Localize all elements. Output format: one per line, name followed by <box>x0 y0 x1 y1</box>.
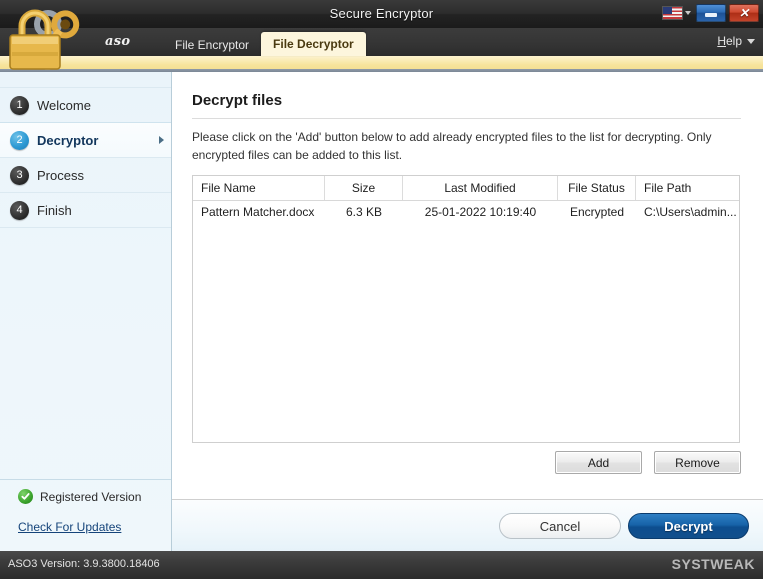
sidebar-item-decryptor[interactable]: 2 Decryptor <box>0 122 171 158</box>
sidebar-item-process[interactable]: 3 Process <box>0 157 171 193</box>
tab-file-encryptor[interactable]: File Encryptor <box>163 34 261 56</box>
cell-file-name: Pattern Matcher.docx <box>201 205 315 219</box>
help-menu-button[interactable]: Help <box>717 34 755 48</box>
cancel-button[interactable]: Cancel <box>499 513 621 539</box>
us-flag-icon <box>662 6 683 20</box>
column-header-file-path[interactable]: File Path <box>636 176 739 200</box>
column-header-file-status[interactable]: File Status <box>558 176 636 200</box>
table-row[interactable]: Pattern Matcher.docx 6.3 KB 25-01-2022 1… <box>193 201 739 223</box>
main-panel: Decrypt files Please click on the 'Add' … <box>172 72 763 551</box>
sidebar-footer: Registered Version Check For Updates <box>0 479 171 551</box>
check-for-updates-link[interactable]: Check For Updates <box>0 504 171 534</box>
cell-file-status: Encrypted <box>569 205 625 219</box>
window-title: Secure Encryptor <box>329 6 434 21</box>
step-number-badge: 2 <box>10 130 29 150</box>
decrypt-button[interactable]: Decrypt <box>628 513 749 539</box>
window-controls: ✕ <box>660 3 759 23</box>
step-number-badge: 4 <box>10 200 29 220</box>
title-bar: Secure Encryptor ✕ <box>0 0 763 28</box>
cell-file-path: C:\Users\admin... <box>644 205 737 219</box>
tab-file-decryptor[interactable]: File Decryptor <box>261 32 366 56</box>
add-button[interactable]: Add <box>555 451 642 474</box>
secure-encryptor-window: Secure Encryptor ✕ aso File Encryptor Fi… <box>0 0 763 579</box>
file-actions: Add Remove <box>555 451 741 474</box>
version-text: ASO3 Version: 3.9.3800.18406 <box>8 558 160 570</box>
sidebar-item-label: Decryptor <box>37 132 99 148</box>
table-header-row: File Name Size Last Modified File Status… <box>193 176 739 201</box>
close-icon: ✕ <box>738 6 750 20</box>
title-divider <box>192 118 741 119</box>
column-header-file-name[interactable]: File Name <box>193 176 325 200</box>
action-bar: Cancel Decrypt <box>172 499 763 551</box>
registered-status: Registered Version <box>0 480 171 504</box>
status-bar: ASO3 Version: 3.9.3800.18406 SYSTWEAK <box>0 551 763 579</box>
sidebar-item-label: Process <box>37 167 84 183</box>
page-description: Please click on the 'Add' button below t… <box>192 130 712 162</box>
sidebar: 1 Welcome 2 Decryptor 3 Process 4 Finish <box>0 72 172 551</box>
chevron-down-icon <box>685 11 691 15</box>
step-list: 1 Welcome 2 Decryptor 3 Process 4 Finish <box>0 87 171 228</box>
step-number-badge: 3 <box>10 165 29 185</box>
sidebar-item-finish[interactable]: 4 Finish <box>0 192 171 228</box>
sidebar-item-label: Finish <box>37 202 72 218</box>
column-header-size[interactable]: Size <box>325 176 403 200</box>
file-list-table[interactable]: File Name Size Last Modified File Status… <box>192 175 740 443</box>
vendor-logo: SYSTWEAK <box>671 556 755 572</box>
help-label: Help <box>717 34 742 48</box>
close-button[interactable]: ✕ <box>729 4 759 22</box>
sidebar-item-welcome[interactable]: 1 Welcome <box>0 87 171 123</box>
chevron-right-icon <box>159 136 164 144</box>
accent-band <box>0 56 763 72</box>
minimize-button[interactable] <box>696 4 726 22</box>
window-body: 1 Welcome 2 Decryptor 3 Process 4 Finish <box>0 72 763 551</box>
minimize-icon <box>705 13 717 17</box>
language-flag-button[interactable] <box>660 6 693 20</box>
page-title: Decrypt files <box>192 92 283 109</box>
check-circle-icon <box>18 489 33 504</box>
step-number-badge: 1 <box>10 95 29 115</box>
cell-last-modified: 25-01-2022 10:19:40 <box>424 205 537 219</box>
tab-bar: aso File Encryptor File Decryptor Help <box>0 28 763 56</box>
sidebar-item-label: Welcome <box>37 97 91 113</box>
column-header-last-modified[interactable]: Last Modified <box>403 176 558 200</box>
registered-label: Registered Version <box>40 489 142 504</box>
remove-button[interactable]: Remove <box>654 451 741 474</box>
tab-list: File Encryptor File Decryptor <box>163 28 366 56</box>
brand-logo-text: aso <box>105 34 131 49</box>
chevron-down-icon <box>747 38 755 44</box>
cell-size: 6.3 KB <box>345 205 383 219</box>
